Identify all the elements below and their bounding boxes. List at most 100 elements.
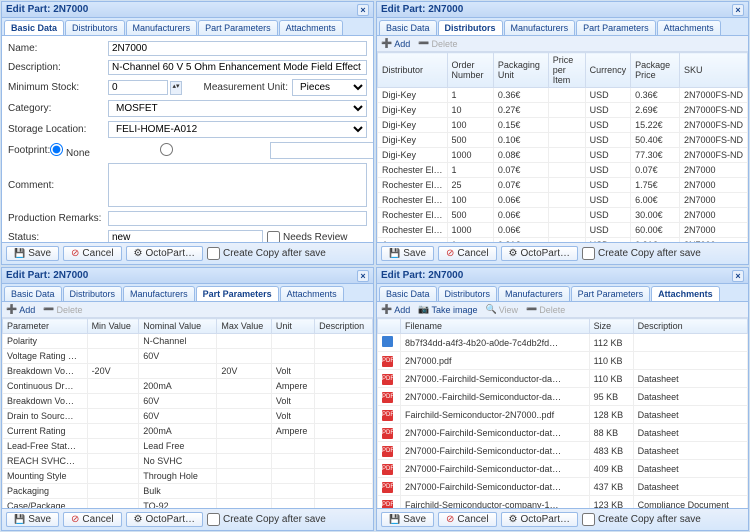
tab-basic-data[interactable]: Basic Data [379, 286, 437, 301]
table-row[interactable]: Breakdown Vo…-20V20VVolt [3, 364, 373, 379]
tab-manufacturers[interactable]: Manufacturers [123, 286, 195, 301]
tab-attachments[interactable]: Attachments [657, 20, 721, 35]
foot-none-radio[interactable]: None [50, 143, 150, 159]
table-row[interactable]: PDF2N7000.-Fairchild-Semiconductor-da…11… [378, 370, 748, 388]
table-row[interactable]: PDF2N7000-Fairchild-Semiconductor-dat…40… [378, 460, 748, 478]
close-icon[interactable]: × [732, 270, 744, 282]
col-distributor[interactable]: Distributor [378, 53, 448, 88]
needs-review-check[interactable]: Needs Review [267, 231, 367, 242]
cancel-button[interactable]: Cancel [63, 512, 122, 527]
table-row[interactable]: PDF2N7000-Fairchild-Semiconductor-dat…48… [378, 442, 748, 460]
view-button[interactable]: 🔍 View [485, 304, 518, 315]
create-copy-check[interactable]: Create Copy after save [207, 513, 326, 526]
octopart-button[interactable]: OctoPart… [501, 512, 578, 527]
tab-attachments[interactable]: Attachments [279, 20, 343, 35]
save-button[interactable]: Save [6, 246, 59, 261]
table-row[interactable]: Lead-Free Stat…Lead Free [3, 439, 373, 454]
tab-manufacturers[interactable]: Manufacturers [504, 20, 576, 35]
table-row[interactable]: Rochester El…250.07€USD1.75€2N7000 [378, 178, 748, 193]
tab-part-parameters[interactable]: Part Parameters [576, 20, 656, 35]
tab-basic-data[interactable]: Basic Data [4, 286, 62, 301]
table-row[interactable]: PDF2N7000-Fairchild-Semiconductor-dat…43… [378, 478, 748, 496]
table-row[interactable]: Digi-Key5000.10€USD50.40€2N7000FS-ND [378, 133, 748, 148]
col-sku[interactable]: SKU [679, 53, 747, 88]
col-ordernum[interactable]: Order Number [447, 53, 493, 88]
table-row[interactable]: Mounting StyleThrough Hole [3, 469, 373, 484]
save-button[interactable]: Save [381, 512, 434, 527]
col-pkgprice[interactable]: Package Price [631, 53, 680, 88]
tab-part-parameters[interactable]: Part Parameters [196, 286, 279, 301]
table-row[interactable]: Digi-Key10000.08€USD77.30€2N7000FS-ND [378, 148, 748, 163]
table-row[interactable]: Digi-Key10.36€USD0.36€2N7000FS-ND [378, 88, 748, 103]
col-priceperitem[interactable]: Price per Item [548, 53, 585, 88]
delete-button[interactable]: ➖ Delete [526, 304, 565, 315]
tab-basic-data[interactable]: Basic Data [4, 20, 64, 35]
col-currency[interactable]: Currency [585, 53, 631, 88]
tab-manufacturers[interactable]: Manufacturers [498, 286, 570, 301]
add-button[interactable]: ➕ Add [381, 38, 410, 49]
octopart-button[interactable]: OctoPart… [126, 246, 203, 261]
table-row[interactable]: PDF2N7000-Fairchild-Semiconductor-dat…88… [378, 424, 748, 442]
table-row[interactable]: PDF2N7000.-Fairchild-Semiconductor-da…95… [378, 388, 748, 406]
col-nom[interactable]: Nominal Value [139, 319, 217, 334]
close-icon[interactable]: × [357, 270, 369, 282]
desc-field[interactable] [108, 60, 367, 75]
cancel-button[interactable]: Cancel [63, 246, 122, 261]
tab-attachments[interactable]: Attachments [280, 286, 344, 301]
table-row[interactable]: Current Rating200mAAmpere [3, 424, 373, 439]
table-row[interactable]: Case/PackageTO-92 [3, 499, 373, 509]
table-row[interactable]: Voltage Rating …60V [3, 349, 373, 364]
tab-part-parameters[interactable]: Part Parameters [198, 20, 278, 35]
col-unit[interactable]: Unit [271, 319, 314, 334]
col-max[interactable]: Max Value [217, 319, 271, 334]
tab-distributors[interactable]: Distributors [63, 286, 123, 301]
foot-select[interactable] [270, 142, 373, 159]
minstock-field[interactable] [108, 80, 168, 95]
tab-distributors[interactable]: Distributors [438, 286, 498, 301]
table-row[interactable]: Rochester El…5000.06€USD30.00€2N7000 [378, 208, 748, 223]
table-row[interactable]: PDFFairchild-Semiconductor-2N7000..pdf12… [378, 406, 748, 424]
create-copy-check[interactable]: Create Copy after save [582, 513, 701, 526]
table-row[interactable]: PackagingBulk [3, 484, 373, 499]
table-row[interactable]: Rochester El…1000.06€USD6.00€2N7000 [378, 193, 748, 208]
prodrem-field[interactable] [108, 211, 367, 226]
cancel-button[interactable]: Cancel [438, 512, 497, 527]
tab-basic-data[interactable]: Basic Data [379, 20, 437, 35]
tab-distributors[interactable]: Distributors [65, 20, 125, 35]
tab-distributors[interactable]: Distributors [438, 20, 503, 35]
save-button[interactable]: Save [381, 246, 434, 261]
close-icon[interactable]: × [357, 4, 369, 16]
table-row[interactable]: Digi-Key1000.15€USD15.22€2N7000FS-ND [378, 118, 748, 133]
create-copy-check[interactable]: Create Copy after save [207, 247, 326, 260]
foot-other-radio[interactable] [160, 143, 260, 159]
table-row[interactable]: Drain to Sourc…60VVolt [3, 409, 373, 424]
save-button[interactable]: Save [6, 512, 59, 527]
tab-manufacturers[interactable]: Manufacturers [126, 20, 198, 35]
cat-select[interactable]: MOSFET [108, 100, 367, 117]
table-row[interactable]: PolarityN-Channel [3, 334, 373, 349]
table-row[interactable]: 8b7f34dd-a4f3-4b20-a0de-7c4db2fd…112 KB [378, 334, 748, 352]
delete-button[interactable]: ➖ Delete [418, 38, 457, 49]
table-row[interactable]: PDFFairchild-Semiconductor-company-1…123… [378, 496, 748, 509]
name-field[interactable] [108, 41, 367, 56]
col-desc[interactable]: Description [633, 319, 747, 334]
spin-up-icon[interactable]: ▴▾ [170, 81, 182, 95]
table-row[interactable]: Breakdown Vo…60VVolt [3, 394, 373, 409]
munit-select[interactable]: Pieces [292, 79, 367, 96]
status-field[interactable] [108, 230, 263, 242]
tab-part-parameters[interactable]: Part Parameters [571, 286, 651, 301]
loc-select[interactable]: FELI-HOME-A012 [108, 121, 367, 138]
table-row[interactable]: PDF2N7000.pdf110 KB [378, 352, 748, 370]
octopart-button[interactable]: OctoPart… [126, 512, 203, 527]
col-filename[interactable]: Filename [401, 319, 590, 334]
tab-attachments[interactable]: Attachments [651, 286, 720, 301]
table-row[interactable]: Rochester El…10.07€USD0.07€2N7000 [378, 163, 748, 178]
delete-button[interactable]: ➖ Delete [43, 304, 82, 315]
add-button[interactable]: ➕ Add [6, 304, 35, 315]
col-min[interactable]: Min Value [87, 319, 139, 334]
col-desc[interactable]: Description [315, 319, 373, 334]
take-image-button[interactable]: 📷 Take image [418, 304, 477, 315]
comment-field[interactable] [108, 163, 367, 207]
add-button[interactable]: ➕ Add [381, 304, 410, 315]
close-icon[interactable]: × [732, 4, 744, 16]
